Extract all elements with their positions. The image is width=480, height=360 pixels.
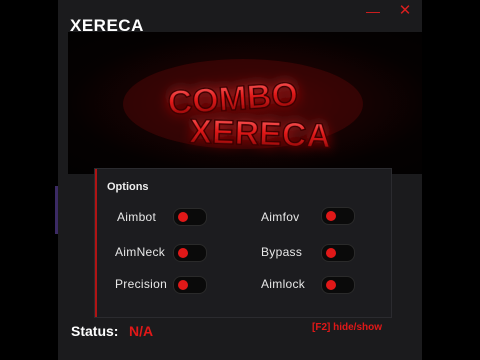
app-window: XERECA — ✕ COMBO XERECA Options Aimbot A…: [58, 0, 422, 360]
option-label-aimfov: Aimfov: [261, 210, 300, 224]
options-heading: Options: [107, 181, 149, 193]
toggle-precision[interactable]: [173, 276, 207, 294]
status-label: Status:: [71, 323, 119, 339]
toggle-bypass[interactable]: [321, 244, 355, 262]
toggle-knob: [326, 248, 336, 258]
toggle-knob: [178, 280, 188, 290]
option-label-aimneck: AimNeck: [115, 245, 166, 259]
toggle-aimneck[interactable]: [173, 244, 207, 262]
option-label-bypass: Bypass: [261, 245, 303, 259]
hotkey-hint: [F2] hide/show: [312, 322, 382, 333]
banner-line2: XERECA: [189, 113, 332, 156]
close-button[interactable]: ✕: [396, 2, 414, 20]
option-label-precision: Precision: [115, 277, 168, 291]
toggle-aimbot[interactable]: [173, 208, 207, 226]
toggle-aimfov[interactable]: [321, 207, 355, 225]
panel-accent-bar: [95, 169, 97, 317]
option-label-aimlock: Aimlock: [261, 277, 306, 291]
toggle-knob: [178, 212, 188, 222]
toggle-knob: [326, 280, 336, 290]
minimize-button[interactable]: —: [364, 2, 382, 20]
toggle-aimlock[interactable]: [321, 276, 355, 294]
toggle-knob: [326, 211, 336, 221]
status-value: N/A: [129, 323, 154, 339]
banner-image: COMBO XERECA: [68, 32, 422, 174]
option-label-aimbot: Aimbot: [117, 210, 157, 224]
banner-logo: COMBO XERECA: [123, 59, 363, 156]
options-panel: Options Aimbot Aimfov AimNeck Bypass Pre…: [94, 168, 392, 318]
toggle-knob: [178, 248, 188, 258]
